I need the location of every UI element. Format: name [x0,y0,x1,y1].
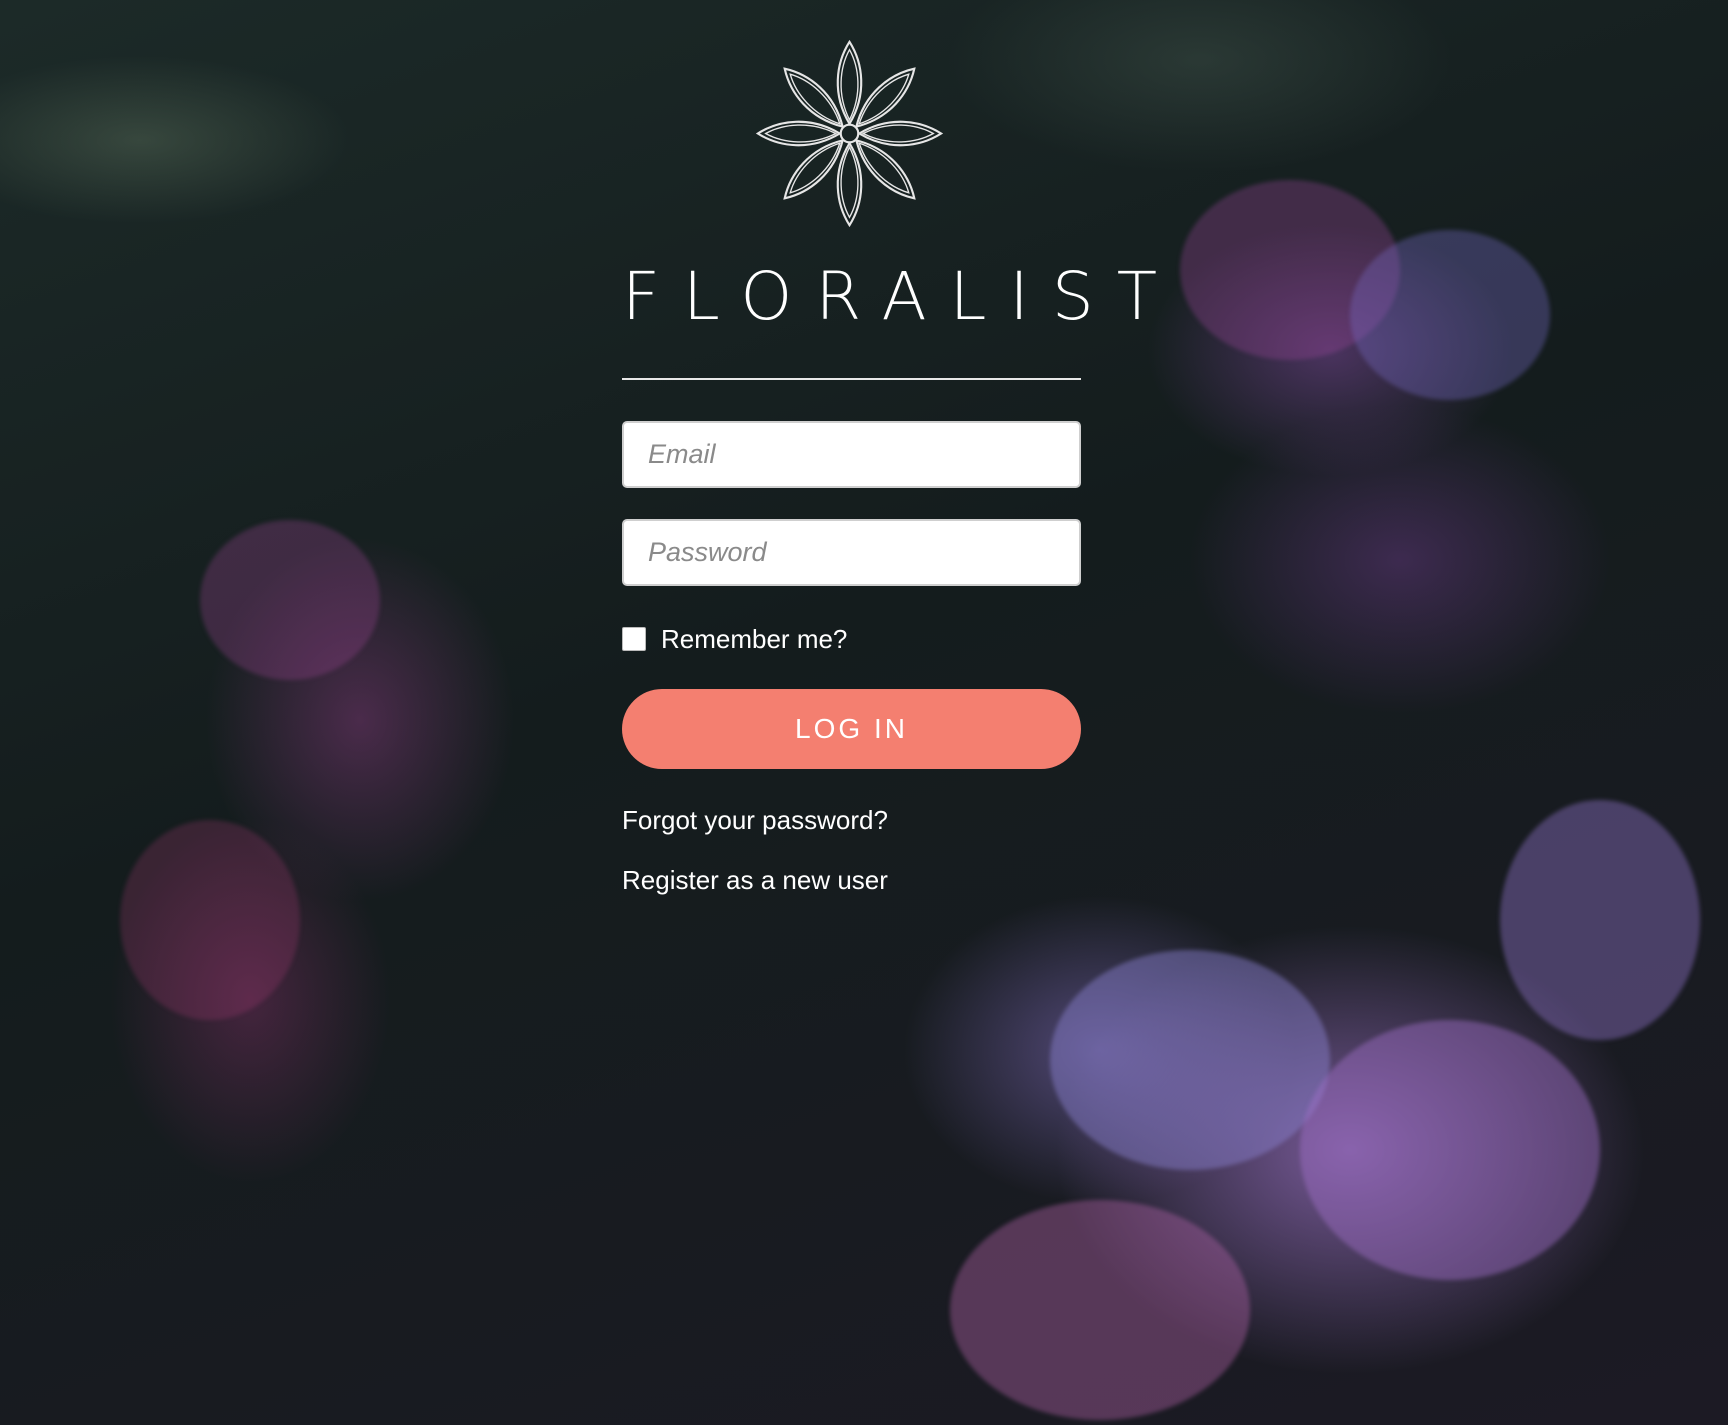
brand-name: FLORALIST [622,258,1181,335]
divider [622,378,1081,380]
flower-logo-icon [752,36,947,231]
remember-me[interactable]: Remember me? [622,622,847,656]
email-field[interactable] [622,421,1081,488]
blurred-flower [120,820,300,1020]
flower-cluster [1300,1020,1600,1280]
blurred-flower [200,520,380,680]
forgot-password-link[interactable]: Forgot your password? [622,805,888,836]
flower-cluster [950,1200,1250,1420]
register-link[interactable]: Register as a new user [622,865,888,896]
flower-cluster [1500,800,1700,1040]
login-button[interactable]: LOG IN [622,689,1081,769]
password-field[interactable] [622,519,1081,586]
blurred-flower [1350,230,1550,400]
flower-cluster [1050,950,1330,1170]
remember-me-checkbox[interactable] [622,627,646,651]
remember-me-label: Remember me? [661,623,848,654]
